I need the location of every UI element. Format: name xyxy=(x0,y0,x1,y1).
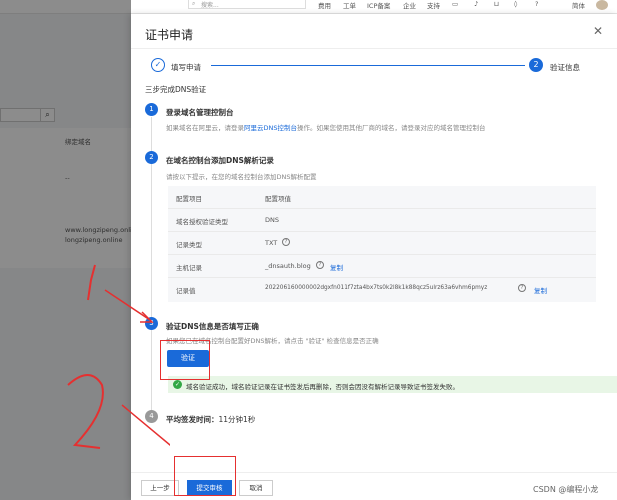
copy-value-button[interactable]: 复制 xyxy=(534,285,547,295)
check-icon: ✓ xyxy=(151,58,165,72)
help-icon[interactable]: ? xyxy=(535,0,538,8)
row-key: 记录类型 xyxy=(176,241,202,249)
column-header: 配置项值 xyxy=(265,195,291,203)
nav-icp[interactable]: ICP备案 xyxy=(367,0,390,10)
avg-time-label: 平均签发时间：11分钟1秒 xyxy=(166,414,255,425)
copy-host-button[interactable]: 复制 xyxy=(330,262,343,272)
search-placeholder: 搜索... xyxy=(201,2,219,9)
avg-time-text: 平均签发时间： xyxy=(166,415,219,424)
success-alert: ✓ 域名验证成功，域名验证记录在证书签发后再删除，否则会因没有解析记录导致证书签… xyxy=(168,376,617,393)
location-icon[interactable]: ◊ xyxy=(514,0,517,8)
step-number: 2 xyxy=(145,151,158,164)
divider xyxy=(131,48,617,49)
row-value: TXT xyxy=(265,239,278,247)
table-row: 主机记录 _dnsauth.blog ? 复制 xyxy=(168,255,596,278)
column-header: 配置项目 xyxy=(176,195,202,203)
section-desc: 如果域名在阿里云，请登录阿里云DNS控制台操作。如果您使用其他厂商的域名，请登录… xyxy=(166,122,486,132)
top-search-input[interactable]: ⌕ 搜索... xyxy=(188,0,306,9)
handwritten-annotations xyxy=(67,264,170,449)
step-label-verify: 验证信息 xyxy=(550,63,580,72)
section-desc: 请按以下提示，在您的域名控制台添加DNS解析配置 xyxy=(166,173,317,181)
step-connector xyxy=(211,65,525,66)
row-key: 主机记录 xyxy=(176,264,202,272)
certificate-apply-drawer: 证书申请 ✕ ✓ 填写申请 2 验证信息 三步完成DNS验证 1 登录域名管理控… xyxy=(131,14,617,500)
nav-enterprise[interactable]: 企业 xyxy=(403,0,416,10)
nav-fees[interactable]: 费用 xyxy=(318,0,331,10)
table-row: 记录类型 TXT ? xyxy=(168,232,596,255)
row-value: DNS xyxy=(265,216,279,224)
step-number: 2 xyxy=(529,58,543,72)
step-label-fill: 填写申请 xyxy=(171,63,201,72)
dns-record-table: 配置项目 配置项值 域名授权验证类型 DNS 记录类型 TXT ? 主机记录 _… xyxy=(168,186,596,302)
table-row: 域名授权验证类型 DNS xyxy=(168,209,596,232)
drawer-title: 证书申请 xyxy=(145,28,194,42)
row-value: _dnsauth.blog xyxy=(265,262,311,270)
search-icon: ⌕ xyxy=(192,0,196,7)
row-key: 域名授权验证类型 xyxy=(176,218,228,226)
table-header-row: 配置项目 配置项值 xyxy=(168,186,596,209)
nav-tickets[interactable]: 工单 xyxy=(343,0,356,10)
row-value: 202206160000002dgxfn011f7zta4bx7ts0k2l8k… xyxy=(265,285,488,291)
success-message: 域名验证成功，域名验证记录在证书签发后再删除，否则会因没有解析记录导致证书签发失… xyxy=(186,383,459,391)
desc-text: 如果域名在阿里云，请登录 xyxy=(166,124,244,132)
avatar[interactable] xyxy=(596,0,608,10)
bell-icon[interactable]: ♪ xyxy=(474,0,478,8)
language-switch[interactable]: 简体 xyxy=(572,0,585,10)
watermark: CSDN @编程小龙 xyxy=(533,485,599,494)
table-row: 记录值 202206160000002dgxfn011f7zta4bx7ts0k… xyxy=(168,278,596,301)
dns-console-link[interactable]: 阿里云DNS控制台 xyxy=(244,124,297,132)
cancel-button[interactable]: 取消 xyxy=(239,480,273,496)
nav-support[interactable]: 支持 xyxy=(427,0,440,10)
section-title: 登录域名管理控制台 xyxy=(166,108,234,117)
avg-time-value: 11分钟1秒 xyxy=(218,415,256,424)
row-key: 记录值 xyxy=(176,287,196,295)
section-title: 验证DNS信息是否填写正确 xyxy=(166,322,259,331)
close-icon[interactable]: ✕ xyxy=(593,24,603,38)
section-title: 在域名控制台添加DNS解析记录 xyxy=(166,156,274,165)
step-number: 1 xyxy=(145,103,158,116)
annotation-box xyxy=(174,456,236,496)
terminal-icon[interactable]: ▭ xyxy=(452,0,458,8)
info-icon[interactable]: ? xyxy=(282,238,290,246)
info-icon[interactable]: ? xyxy=(316,261,324,269)
info-icon[interactable]: ? xyxy=(518,284,526,292)
check-circle-icon: ✓ xyxy=(173,380,182,389)
intro-text: 三步完成DNS验证 xyxy=(145,85,207,94)
desc-text: 操作。如果您使用其他厂商的域名，请登录对应的域名管理控制台 xyxy=(297,124,486,132)
cart-icon[interactable]: ⊔ xyxy=(494,0,499,8)
